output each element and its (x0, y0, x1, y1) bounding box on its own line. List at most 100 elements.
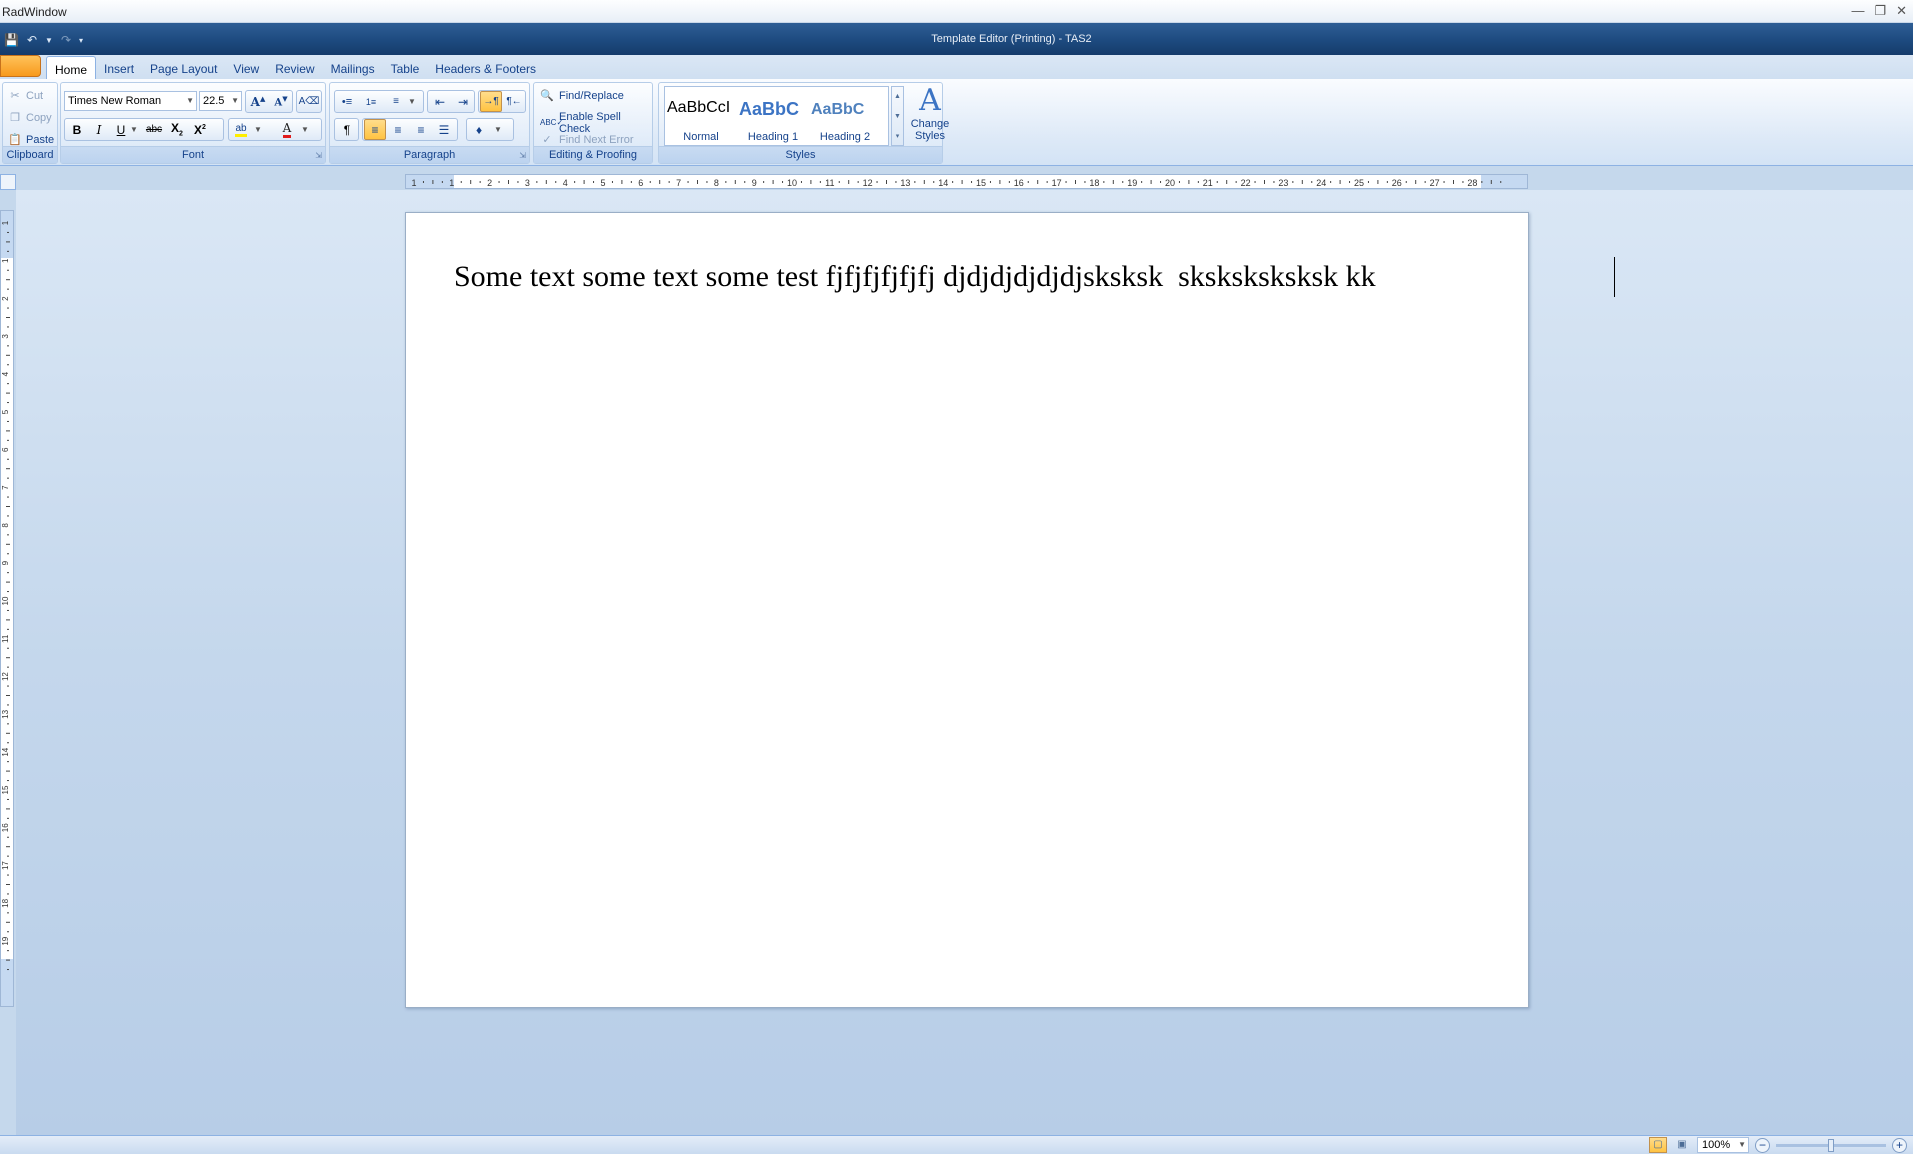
multilevel-list-button[interactable]: ≡ (385, 91, 407, 112)
status-bar-right: ▢ ▣ 100% ▼ − + (1649, 1137, 1907, 1153)
radwindow-title: RadWindow (2, 5, 67, 19)
font-size-combo[interactable]: 22.5 ▼ (199, 91, 242, 111)
increase-indent-icon: ⇥ (457, 94, 469, 109)
ruler-label: 2 (487, 178, 492, 188)
cut-button[interactable]: ✂ Cut (8, 89, 43, 103)
find-replace-button[interactable]: 🔍 Find/Replace (540, 89, 624, 103)
decrease-indent-button[interactable]: ⇤ (429, 91, 451, 112)
shading-group: ♦ ▼ (466, 118, 514, 141)
justify-button[interactable]: ☰ (433, 119, 455, 140)
horizontal-ruler[interactable]: 1 1 2 3 4 5 6 7 8 9 10 11 12 13 14 15 16 17 18 19 20 21 22 23 24… (405, 174, 1528, 189)
superscript-button[interactable]: X2 (189, 119, 211, 140)
clear-format-group: A⌫ (296, 90, 322, 113)
align-center-icon: ≡ (394, 122, 402, 137)
increase-indent-button[interactable]: ⇥ (452, 91, 474, 112)
ruler-label: 11 (825, 178, 834, 188)
font-family-combo[interactable]: Times New Roman ▼ (64, 91, 197, 111)
align-right-button[interactable]: ≡ (410, 119, 432, 140)
find-next-error-button[interactable]: ✓ Find Next Error (540, 133, 633, 147)
shading-button[interactable]: ♦ (468, 119, 490, 140)
scroll-up-icon[interactable]: ▲ (892, 87, 903, 107)
chevron-down-icon: ▼ (130, 125, 138, 134)
document-text[interactable]: Some text some text some test fjfjfjfjfj… (454, 260, 1376, 294)
print-layout-button[interactable]: ▢ (1649, 1137, 1667, 1153)
enable-spell-check-button[interactable]: ABC✓ Enable Spell Check (540, 111, 652, 135)
cut-label: Cut (26, 90, 44, 102)
zoom-out-button[interactable]: − (1755, 1137, 1770, 1153)
numbering-button[interactable]: 1≡ (360, 91, 382, 112)
document-page[interactable]: Some text some text some test fjfjfjfjfj… (405, 212, 1529, 1008)
more-styles-icon[interactable]: ▾ (892, 127, 903, 147)
text-caret (1614, 257, 1615, 297)
font-color-button[interactable]: A (276, 119, 298, 140)
style-heading-2[interactable]: AaBbC Heading 2 (809, 87, 881, 145)
zoom-slider-thumb[interactable] (1828, 1138, 1834, 1152)
italic-button[interactable]: I (88, 119, 110, 140)
show-formatting-button[interactable]: ¶ (336, 119, 358, 140)
ruler-label: 5 (1, 409, 10, 414)
superscript-icon: X2 (194, 122, 206, 137)
ruler-label: 9 (1, 560, 10, 565)
clear-formatting-button[interactable]: A⌫ (298, 91, 320, 112)
close-icon[interactable]: ✕ (1896, 3, 1907, 19)
shrink-font-button[interactable]: A▼ (270, 91, 292, 112)
align-left-button[interactable]: ≡ (364, 119, 386, 140)
ruler-label: 2 (1, 296, 10, 301)
tab-table[interactable]: Table (383, 59, 428, 80)
copy-button[interactable]: ❐ Copy (8, 111, 52, 125)
ruler-label: 27 (1430, 178, 1440, 188)
tab-review[interactable]: Review (267, 59, 322, 80)
ruler-label: 4 (1, 371, 10, 376)
align-left-icon: ≡ (371, 122, 379, 137)
subscript-button[interactable]: X2 (166, 119, 188, 140)
style-heading-1-name: Heading 1 (747, 131, 799, 143)
style-normal[interactable]: AaBbCcI Normal (665, 87, 737, 145)
bold-button[interactable]: B (66, 119, 88, 140)
font-color-icon: A (282, 121, 292, 138)
change-styles-label-2: Styles (915, 130, 945, 142)
dialog-launcher-icon[interactable]: ⇲ (519, 151, 526, 160)
change-styles-button[interactable]: A Change Styles (908, 84, 952, 143)
tab-home[interactable]: Home (46, 56, 97, 80)
restore-icon[interactable]: ❐ (1874, 3, 1886, 19)
shading-dropdown[interactable]: ▼ (491, 119, 505, 140)
zoom-in-button[interactable]: + (1892, 1137, 1907, 1153)
scroll-down-icon[interactable]: ▼ (892, 107, 903, 127)
style-heading-1-sample: AaBbC (739, 99, 800, 119)
ruler-label: 17 (1052, 178, 1062, 188)
minus-icon: − (1758, 1137, 1766, 1152)
strikethrough-button[interactable]: abc (143, 119, 165, 140)
multilevel-dropdown[interactable]: ▼ (405, 91, 419, 112)
zoom-slider[interactable] (1776, 1138, 1886, 1152)
zoom-value: 100% (1702, 1139, 1731, 1151)
ruler-toggle[interactable] (0, 174, 16, 190)
ribbon-home: ✂ Cut ❐ Copy 📋 Paste Clipboard Times New… (0, 79, 1913, 166)
vertical-ruler[interactable]: 1 1 2 3 4 5 6 7 8 9 10 11 12 13 14 15 16 17 18 19 (0, 210, 14, 1007)
binoculars-icon: 🔍 (540, 90, 554, 102)
style-heading-1[interactable]: AaBbC Heading 1 (737, 87, 809, 145)
bullets-button[interactable]: •≡ (336, 91, 358, 112)
font-color-dropdown[interactable]: ▼ (299, 119, 311, 140)
tab-mailings[interactable]: Mailings (323, 59, 383, 80)
radwindow-titlebar: RadWindow — ❐ ✕ (0, 0, 1913, 23)
tab-insert[interactable]: Insert (96, 59, 142, 80)
horizontal-ruler-ticks: 1 1 2 3 4 5 6 7 8 9 10 11 12 13 14 15 16 17 18 19 20 21 22 23 24… (411, 178, 1502, 188)
tab-page-layout[interactable]: Page Layout (142, 59, 225, 80)
spell-check-label: Enable Spell Check (559, 111, 621, 135)
highlight-button[interactable]: ab (230, 119, 252, 140)
highlight-dropdown[interactable]: ▼ (252, 119, 264, 140)
tab-headers-footers[interactable]: Headers & Footers (427, 59, 544, 80)
left-to-right-button[interactable]: →¶ (480, 91, 502, 112)
application-menu-button[interactable] (0, 55, 41, 77)
minimize-icon[interactable]: — (1851, 3, 1864, 19)
grow-font-button[interactable]: A▲ (247, 91, 269, 112)
underline-dropdown[interactable]: ▼ (128, 119, 140, 140)
paste-button[interactable]: 📋 Paste (8, 133, 54, 147)
web-layout-button[interactable]: ▣ (1673, 1137, 1691, 1153)
right-to-left-button[interactable]: ¶← (503, 91, 525, 112)
align-center-button[interactable]: ≡ (387, 119, 409, 140)
zoom-combo[interactable]: 100% ▼ (1697, 1137, 1749, 1153)
tab-view[interactable]: View (225, 59, 267, 80)
styles-gallery-scroll[interactable]: ▲ ▼ ▾ (891, 86, 904, 146)
dialog-launcher-icon[interactable]: ⇲ (315, 151, 322, 160)
